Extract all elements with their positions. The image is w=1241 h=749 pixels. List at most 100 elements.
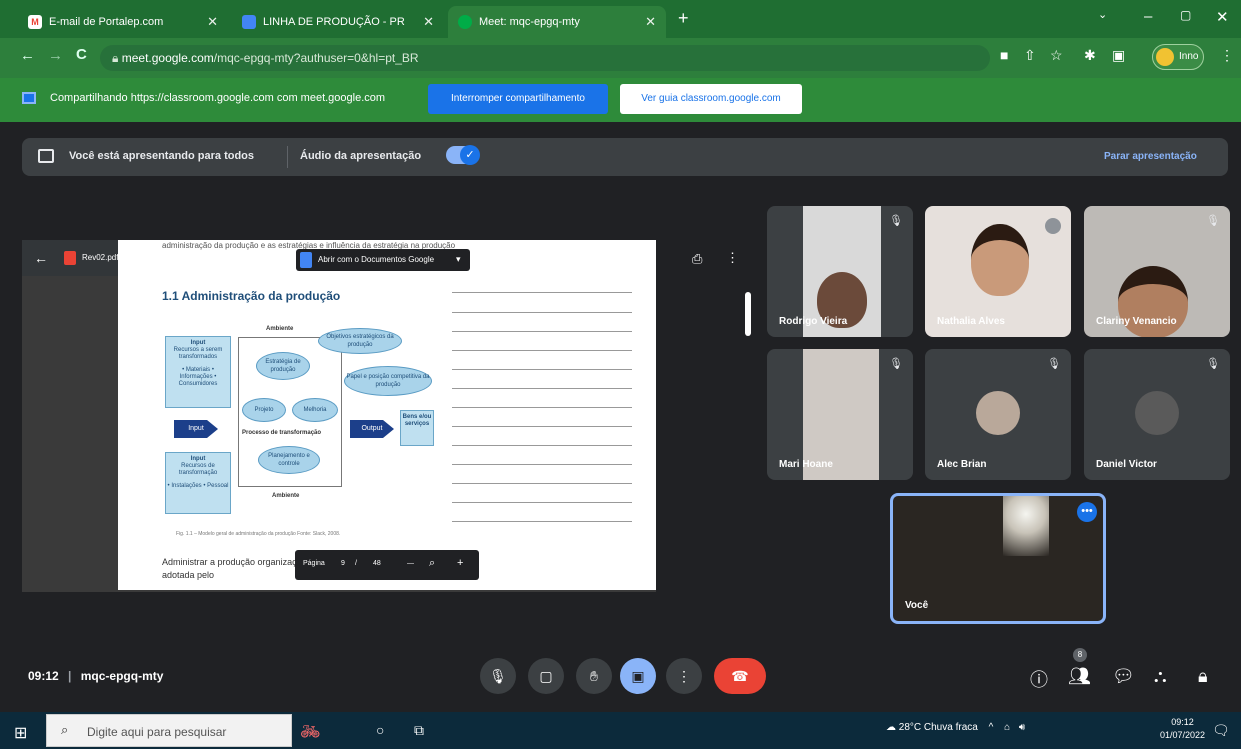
cortana-icon[interactable]: ○	[376, 722, 384, 738]
clock-date: 01/07/2022	[1160, 730, 1206, 740]
tab-search-icon[interactable]: ⌄	[1098, 8, 1107, 21]
task-view-icon[interactable]: ⧉	[414, 722, 424, 739]
mic-off-icon: 🎙︎	[889, 358, 903, 370]
scrollbar-thumb[interactable]	[745, 292, 751, 336]
weather-text[interactable]: 28°C Chuva fraca	[899, 722, 978, 733]
participant-tile[interactable]: 🎙︎ Clariny Venancio	[1084, 206, 1230, 337]
volume-icon[interactable]: 🔊︎	[1019, 722, 1025, 733]
profile-label: Inno	[1179, 51, 1199, 62]
present-icon: ▣	[631, 668, 645, 684]
more-options-icon[interactable]: •••	[1077, 502, 1097, 522]
self-tile[interactable]: ••• Você	[890, 493, 1106, 624]
url-bar[interactable]: 🔒︎ meet.google.com/mqc-epgq-mty?authuser…	[100, 45, 990, 71]
minimize-button[interactable]: –	[1144, 8, 1152, 25]
participant-tile[interactable]: 🎙︎ Daniel Victor	[1084, 349, 1230, 480]
pdf-filename: Rev02.pdf	[82, 253, 119, 262]
gmail-icon: M	[28, 15, 42, 29]
camera-button[interactable]: ▢	[528, 658, 564, 694]
bookmark-star-icon[interactable]: ☆	[1050, 47, 1063, 64]
raise-hand-button[interactable]: ✋︎	[576, 658, 612, 694]
docs-icon	[242, 15, 256, 29]
print-icon[interactable]: ⎙	[692, 251, 702, 267]
open-with-label: Abrir com o Documentos Google	[318, 255, 435, 264]
bicycle-icon: 🚲︎	[300, 724, 321, 741]
zoom-out-button[interactable]: —	[407, 560, 414, 567]
forward-icon[interactable]: →	[48, 47, 63, 64]
reload-icon[interactable]: C	[76, 46, 87, 63]
diagram-node-projeto: Projeto	[242, 398, 286, 422]
audio-label: Áudio da apresentação	[300, 150, 422, 162]
share-message: Compartilhando https://classroom.google.…	[50, 92, 386, 104]
stop-presenting-button[interactable]: Parar apresentação	[1104, 151, 1197, 162]
activities-icon[interactable]: ⛬	[1154, 666, 1167, 687]
search-icon[interactable]: ⌕	[429, 557, 435, 570]
participant-name: Daniel Victor	[1096, 459, 1157, 470]
people-icon[interactable]: 👥︎	[1068, 666, 1091, 687]
audio-toggle[interactable]: ✓	[446, 145, 480, 165]
info-icon[interactable]: ⓘ	[1030, 666, 1048, 692]
close-window-button[interactable]: ✕	[1216, 8, 1229, 26]
rule-line	[452, 464, 632, 465]
back-icon[interactable]: ←	[34, 250, 48, 266]
more-options-button[interactable]: ⋮	[666, 658, 702, 694]
meeting-info: 09:12 | mqc-epgq-mty	[28, 669, 163, 683]
new-tab-button[interactable]: +	[678, 8, 689, 29]
present-button[interactable]: ▣	[620, 658, 656, 694]
extensions-icon[interactable]: ✱	[1084, 47, 1096, 64]
switch-tab-button[interactable]: Ver guia classroom.google.com	[620, 84, 802, 114]
close-icon[interactable]: ✕	[415, 14, 434, 30]
more-icon: ⋮	[677, 668, 691, 684]
rule-line	[452, 445, 632, 446]
taskbar-search[interactable]: ⌕ Digite aqui para pesquisar	[46, 714, 292, 747]
chevron-up-icon[interactable]: ^	[989, 722, 994, 733]
zoom-in-button[interactable]: +	[457, 557, 463, 569]
participant-name: Rodrigo Vieira	[779, 316, 848, 327]
diagram-node-estrategia: Estratégia de produção	[256, 352, 310, 380]
windows-start-icon[interactable]: ⊞	[14, 723, 27, 743]
network-icon[interactable]: ⌂	[1004, 722, 1010, 733]
close-icon[interactable]: ✕	[637, 14, 656, 30]
rule-line	[452, 426, 632, 427]
chat-icon[interactable]: 💬︎	[1112, 666, 1135, 687]
participant-tile[interactable]: 🎙︎ Mari Hoane	[767, 349, 913, 480]
participant-tile[interactable]: Nathalia Alves	[925, 206, 1071, 337]
check-icon: ✓	[460, 145, 480, 165]
tab-label: Meet: mqc-epgq-mty	[479, 16, 580, 28]
figure-caption: Fig. 1.1 – Modelo geral de administração…	[176, 531, 341, 537]
share-icon[interactable]: ⇧	[1024, 47, 1036, 64]
section-title: 1.1 Administração da produção	[162, 289, 341, 303]
rule-line	[452, 502, 632, 503]
participant-tile[interactable]: 🎙︎ Alec Brian	[925, 349, 1071, 480]
host-controls-icon[interactable]: 🔒︎	[1198, 666, 1208, 687]
self-name: Você	[905, 600, 929, 611]
profile-button[interactable]: Inno	[1152, 44, 1204, 70]
more-icon[interactable]: ⋮	[726, 250, 739, 266]
tab-gmail[interactable]: M E-mail de Portalep.com ✕	[18, 6, 228, 38]
sidepanel-icon[interactable]: ▣	[1112, 47, 1125, 64]
mic-icon: 🎙︎	[489, 668, 507, 684]
system-tray: ☁︎ 28°C Chuva fraca ^ ⌂ 🔊︎	[886, 722, 1025, 733]
menu-icon[interactable]: ⋮	[1220, 47, 1234, 64]
search-icon: ⌕	[61, 722, 69, 737]
page-current[interactable]: 9	[341, 560, 345, 567]
camera-icon[interactable]: ■	[1000, 47, 1008, 63]
rule-line	[452, 388, 632, 389]
back-icon[interactable]: ←	[20, 47, 35, 64]
stop-sharing-button[interactable]: Interromper compartilhamento	[428, 84, 608, 114]
meet-icon	[458, 15, 472, 29]
close-icon[interactable]: ✕	[199, 14, 218, 30]
page-total: 48	[373, 560, 381, 567]
tab-docs[interactable]: LINHA DE PRODUÇÃO - PR ✕	[232, 6, 444, 38]
tab-meet[interactable]: Meet: mqc-epgq-mty ✕	[448, 6, 666, 38]
open-with-docs-button[interactable]: Abrir com o Documentos Google ▾	[296, 249, 470, 271]
weather-icon: ☁︎	[886, 722, 899, 733]
mic-off-icon: 🎙︎	[1206, 215, 1220, 227]
taskbar-clock[interactable]: 09:12 01/07/2022	[1160, 716, 1205, 742]
meeting-code: mqc-epgq-mty	[80, 669, 164, 683]
notifications-icon[interactable]: 🗨︎	[1212, 722, 1230, 739]
presenting-message: Você está apresentando para todos	[69, 150, 255, 162]
leave-call-button[interactable]: ☎︎	[714, 658, 766, 694]
maximize-button[interactable]: ▢	[1180, 8, 1191, 22]
microphone-button[interactable]: 🎙︎	[480, 658, 516, 694]
participant-tile[interactable]: 🎙︎ Rodrigo Vieira	[767, 206, 913, 337]
